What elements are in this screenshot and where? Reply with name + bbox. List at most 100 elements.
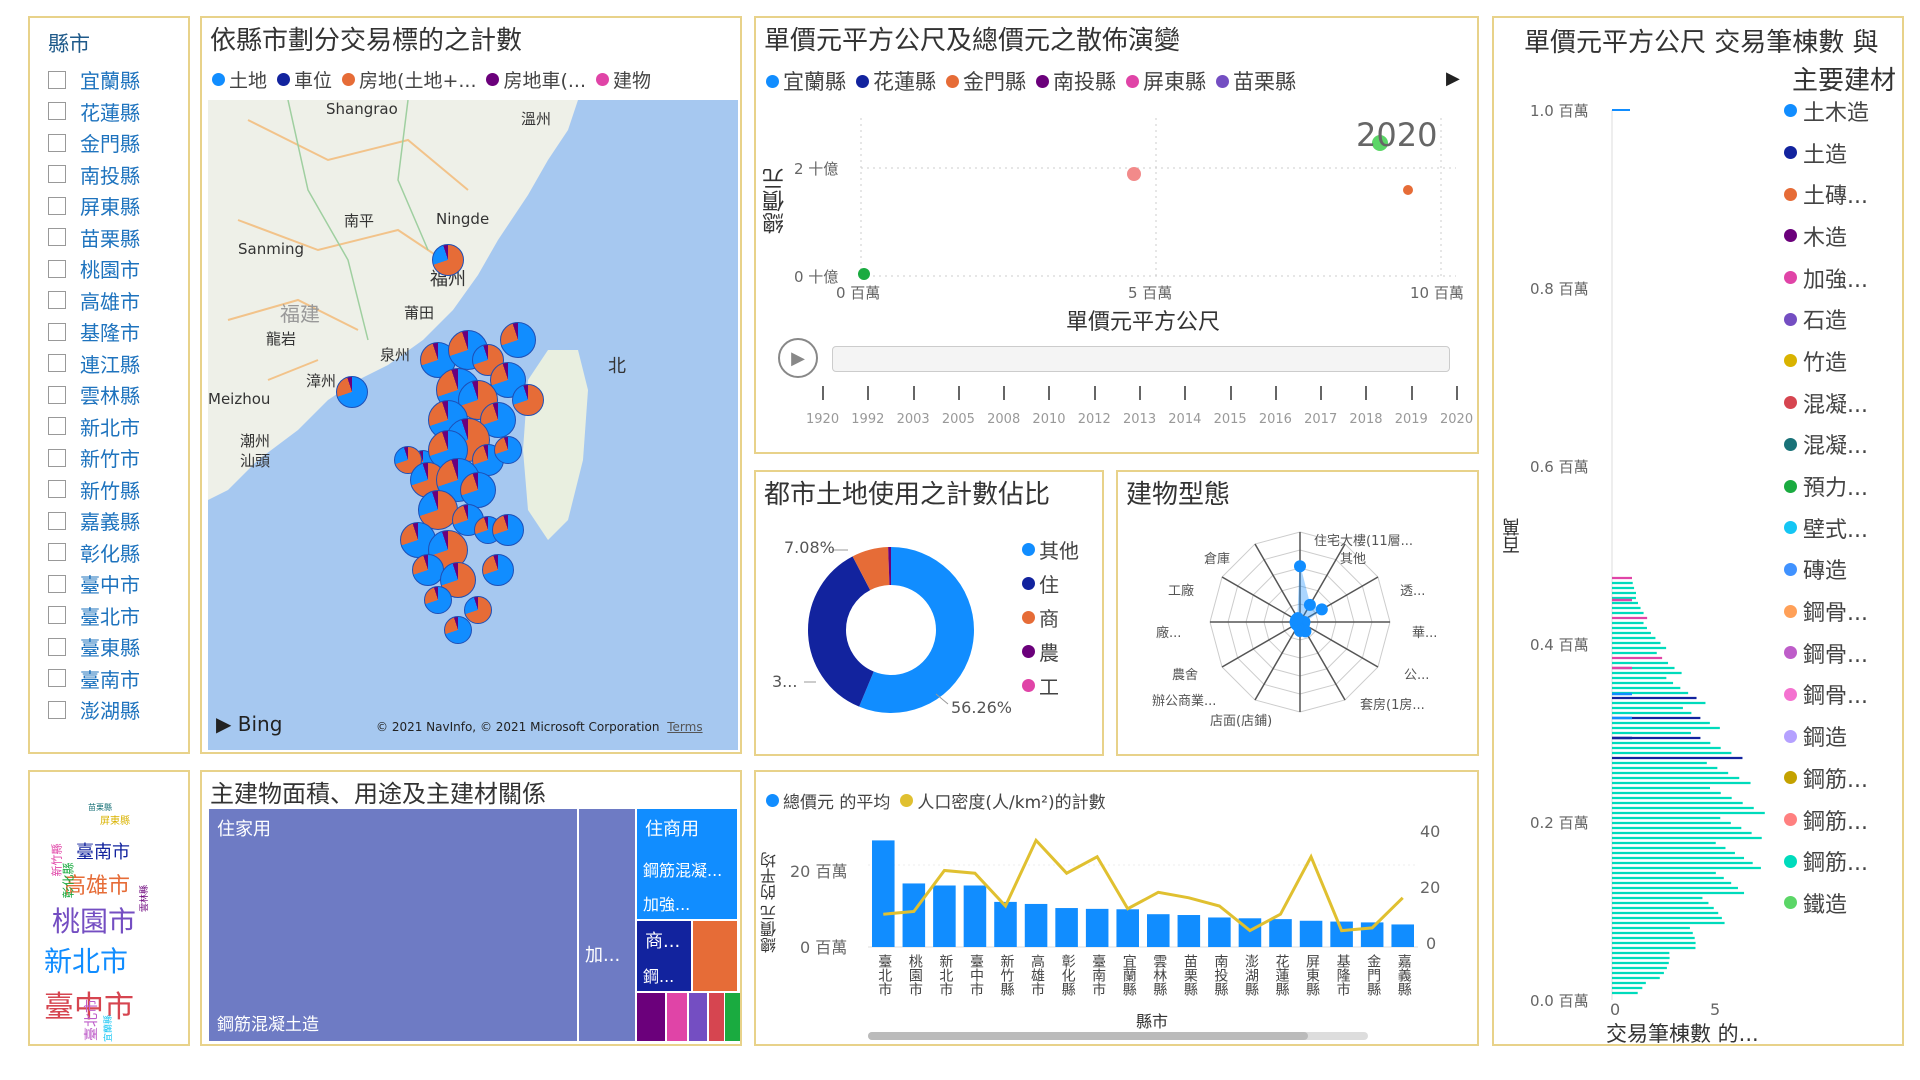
combo-scrollbar[interactable] [868,1032,1368,1040]
treemap-cell-b[interactable] [666,992,688,1042]
wordcloud-word[interactable]: 臺北市 [81,999,101,1041]
terms-link[interactable]: Terms [667,720,702,734]
map-bubble[interactable] [432,244,464,276]
combo-chart[interactable] [756,772,1479,1046]
combo-bar[interactable] [1330,921,1353,947]
slicer-item[interactable]: 金門縣 [48,127,140,159]
slicer-item[interactable]: 宜蘭縣 [48,64,140,96]
combo-bar[interactable] [1269,919,1292,947]
combo-bar[interactable] [1208,917,1231,947]
checkbox[interactable] [48,102,66,121]
treemap-cell-biz[interactable]: 商... 鋼... [636,920,692,992]
treemap-cell-residential[interactable]: 住家用 鋼筋混凝土造 [208,808,578,1042]
play-axis-slider[interactable] [832,346,1450,372]
map-bubble[interactable] [492,514,524,546]
combo-bar[interactable] [1177,915,1201,947]
legend-item[interactable]: 加強... [1784,257,1869,299]
map-bubble[interactable] [494,436,522,464]
play-year-label[interactable]: 2014 [1168,412,1201,427]
combo-bar[interactable] [933,885,956,948]
legend-item[interactable]: 鋼筋... [1784,799,1869,841]
legend-item[interactable]: 房地車(... [486,66,586,93]
play-year-label[interactable]: 2008 [987,412,1020,427]
treemap-cell-a[interactable] [636,992,666,1042]
play-year-label[interactable]: 2020 [1440,412,1473,427]
slicer-item[interactable]: 臺東縣 [48,631,140,663]
combo-bar[interactable] [963,885,987,948]
play-button[interactable]: ▶ [778,338,818,378]
play-year-label[interactable]: 2005 [942,412,975,427]
combo-bar[interactable] [1147,914,1170,947]
radar-point[interactable] [1291,612,1304,625]
slicer-item[interactable]: 桃園市 [48,253,140,285]
wordcloud-word[interactable]: 苗栗縣 [88,802,112,813]
legend-item[interactable]: 木造 [1784,215,1869,257]
play-year-label[interactable]: 1920 [806,412,839,427]
checkbox[interactable] [48,417,66,436]
legend-item[interactable]: 石造 [1784,298,1869,340]
play-year-label[interactable]: 2019 [1395,412,1428,427]
checkbox[interactable] [48,259,66,278]
play-year-label[interactable]: 2015 [1214,412,1247,427]
slicer-item[interactable]: 澎湖縣 [48,694,140,726]
play-year-label[interactable]: 2010 [1032,412,1065,427]
checkbox[interactable] [48,637,66,656]
combo-bar[interactable] [1299,920,1323,947]
legend-item[interactable]: 竹造 [1784,340,1869,382]
treemap-cell-orange[interactable] [692,920,738,992]
wordcloud-word[interactable]: 新竹縣 [49,844,65,877]
play-year-label[interactable]: 2017 [1304,412,1337,427]
slicer-item[interactable]: 雲林縣 [48,379,140,411]
legend-item[interactable]: 磚造 [1784,549,1869,591]
checkbox[interactable] [48,291,66,310]
checkbox[interactable] [48,322,66,341]
checkbox[interactable] [48,228,66,247]
play-year-label[interactable]: 2012 [1078,412,1111,427]
legend-item[interactable]: 鐵造 [1784,882,1869,924]
wordcloud-word[interactable]: 臺南市 [76,838,130,864]
checkbox[interactable] [48,385,66,404]
map-bubble[interactable] [512,384,544,416]
slicer-item[interactable]: 花蓮縣 [48,96,140,128]
play-year-label[interactable]: 2013 [1123,412,1156,427]
map-bubble[interactable] [460,472,496,508]
wordcloud-word[interactable]: 雲林縣 [137,885,150,912]
play-year-label[interactable]: 2018 [1349,412,1382,427]
map-bubble[interactable] [424,586,452,614]
legend-item[interactable]: 工 [1022,668,1079,702]
slicer-item[interactable]: 新北市 [48,411,140,443]
legend-item[interactable]: 農 [1022,634,1079,668]
legend-item[interactable]: 土木造 [1784,90,1869,132]
checkbox[interactable] [48,70,66,89]
slicer-item[interactable]: 屏東縣 [48,190,140,222]
legend-item[interactable]: 預力... [1784,465,1869,507]
legend-item[interactable]: 鋼造 [1784,715,1869,757]
legend-item[interactable]: 鋼骨... [1784,632,1869,674]
slicer-item[interactable]: 高雄市 [48,285,140,317]
play-year-label[interactable]: 2003 [897,412,930,427]
combo-bar[interactable] [1116,909,1139,947]
radar-point[interactable] [1315,603,1328,616]
legend-item[interactable]: 建物 [596,66,651,93]
legend-item[interactable]: 土地 [212,66,267,93]
checkbox[interactable] [48,543,66,562]
checkbox[interactable] [48,669,66,688]
map-bubble[interactable] [482,554,514,586]
play-year-label[interactable]: 2016 [1259,412,1292,427]
combo-bar[interactable] [994,901,1017,947]
map-bubble[interactable] [500,322,536,358]
legend-item[interactable]: 混凝... [1784,382,1869,424]
wordcloud-word[interactable]: 宜蘭縣 [101,1015,114,1042]
legend-item[interactable]: 土造 [1784,132,1869,174]
legend-item[interactable]: 壁式... [1784,507,1869,549]
legend-item[interactable]: 鋼筋... [1784,757,1869,799]
wordcloud-word[interactable]: 屏東縣 [100,812,130,827]
combo-line[interactable] [883,837,1404,933]
legend-item[interactable]: 車位 [277,66,332,93]
wordcloud-word[interactable]: 桃園市 [52,900,136,940]
combo-bar[interactable] [1391,924,1414,947]
legend-item[interactable]: 鋼筋... [1784,840,1869,882]
legend-item[interactable]: 房地(土地+... [342,66,476,93]
legend-item[interactable]: 其他 [1022,532,1079,566]
treemap-cell-add[interactable]: 加... [578,808,636,1042]
